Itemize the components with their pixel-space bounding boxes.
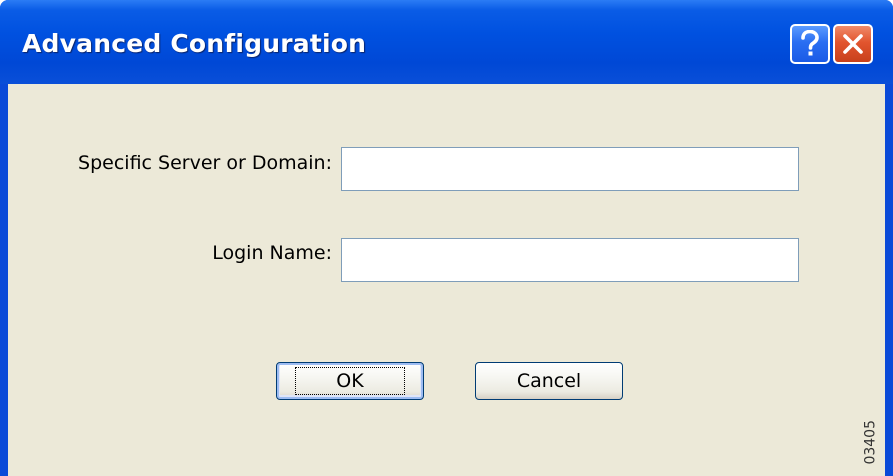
ok-button-label: OK bbox=[295, 367, 405, 395]
login-input[interactable] bbox=[341, 238, 799, 282]
cancel-button[interactable]: Cancel bbox=[475, 362, 623, 400]
title-bar[interactable]: Advanced Configuration bbox=[0, 0, 893, 84]
server-label: Specific Server or Domain: bbox=[78, 152, 332, 174]
question-mark-icon bbox=[801, 30, 819, 56]
close-button[interactable] bbox=[833, 24, 873, 64]
cancel-button-label: Cancel bbox=[516, 370, 582, 392]
ok-button[interactable]: OK bbox=[276, 362, 424, 400]
help-button[interactable] bbox=[790, 24, 830, 64]
dialog-window: Advanced Configuration Specific Server o… bbox=[0, 0, 893, 476]
server-input[interactable] bbox=[341, 147, 799, 191]
login-label: Login Name: bbox=[212, 242, 332, 264]
figure-number: 03405 bbox=[863, 420, 879, 465]
close-icon bbox=[843, 34, 863, 54]
dialog-title: Advanced Configuration bbox=[22, 29, 367, 58]
dialog-body: Specific Server or Domain: Login Name: O… bbox=[8, 84, 885, 476]
